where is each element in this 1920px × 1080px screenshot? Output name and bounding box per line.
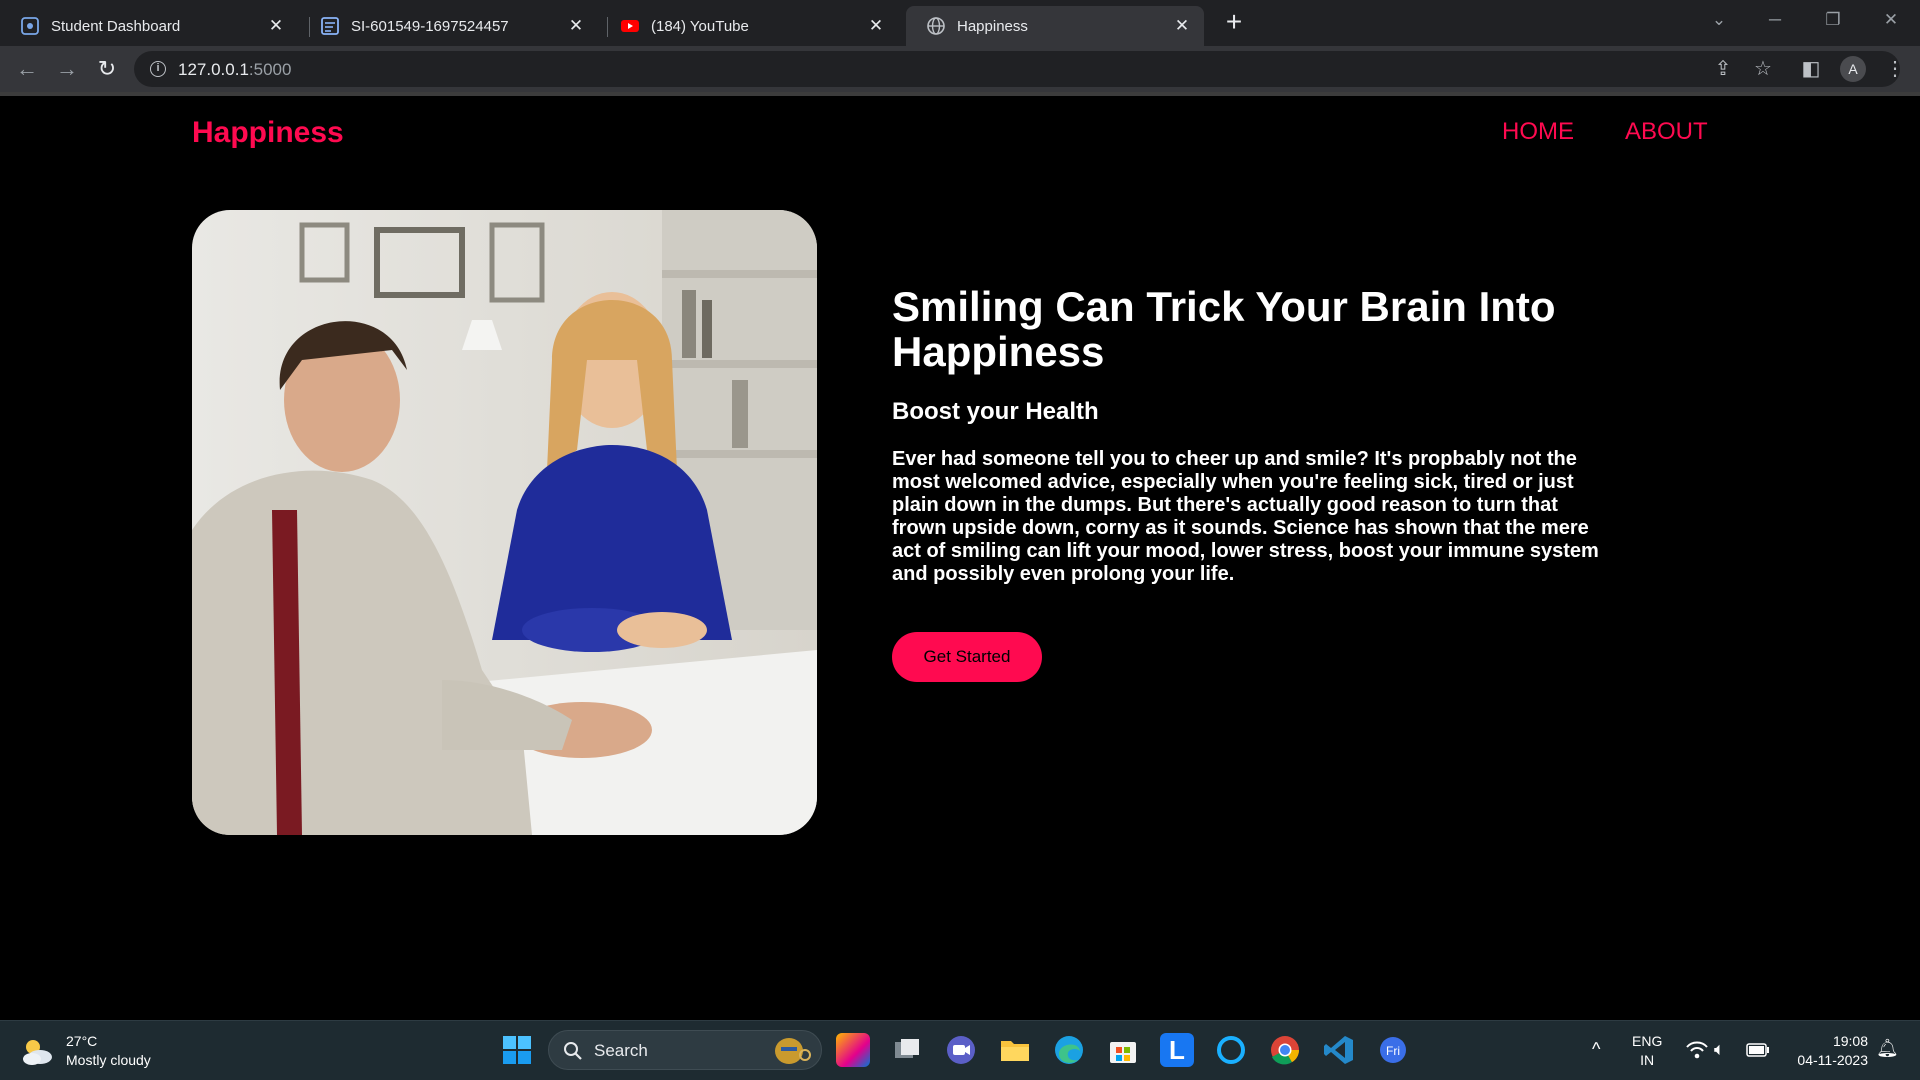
forward-arrow-icon[interactable]: → [53, 55, 81, 83]
search-highlight-icon [775, 1038, 811, 1064]
back-arrow-icon[interactable]: ← [13, 55, 41, 83]
reload-icon[interactable]: ↻ [93, 55, 121, 83]
weather-widget[interactable]: 27°C Mostly cloudy [20, 1032, 151, 1070]
fn-app-icon[interactable]: Fri [1376, 1033, 1410, 1067]
wifi-icon[interactable] [1686, 1040, 1708, 1060]
close-tab-icon[interactable]: ✕ [866, 16, 886, 36]
more-menu-icon[interactable]: ⋮ [1884, 58, 1906, 80]
address-bar[interactable]: i 127.0.0.1:5000 ⇪ ☆ [134, 51, 1900, 87]
cortana-icon[interactable] [1214, 1033, 1248, 1067]
file-explorer-icon[interactable] [998, 1033, 1032, 1067]
close-tab-icon[interactable]: ✕ [566, 16, 586, 36]
clock-time: 19:08 [1832, 1033, 1868, 1049]
hero-title: Smiling Can Trick Your Brain Into Happin… [892, 283, 1556, 375]
clock[interactable]: 19:08 04-11-2023 [1788, 1032, 1868, 1070]
svg-text:Fri: Fri [1386, 1044, 1400, 1058]
tab-youtube[interactable]: (184) YouTube ✕ [600, 6, 898, 46]
battery-icon[interactable] [1746, 1043, 1770, 1057]
nav-about-link[interactable]: ABOUT [1625, 118, 1708, 146]
site-logo[interactable]: Happiness [192, 116, 344, 150]
hero-body-text: Ever had someone tell you to cheer up an… [892, 448, 1599, 585]
windows-taskbar: 27°C Mostly cloudy Search L Fri ^ ENG IN… [0, 1020, 1920, 1080]
close-window-button[interactable]: ✕ [1876, 8, 1906, 32]
browser-tab-strip: Student Dashboard ✕ SI-601549-1697524457… [0, 0, 1920, 46]
edge-browser-icon[interactable] [1052, 1033, 1086, 1067]
vscode-icon[interactable] [1322, 1033, 1356, 1067]
tab-student-dashboard[interactable]: Student Dashboard ✕ [0, 6, 298, 46]
tab-happiness[interactable]: Happiness ✕ [906, 6, 1204, 46]
microsoft-store-icon[interactable] [1106, 1033, 1140, 1067]
notification-bell-icon[interactable]: 🔔︎ [1876, 1039, 1899, 1058]
tab-title: (184) YouTube [651, 17, 749, 35]
share-icon[interactable]: ⇪ [1712, 58, 1734, 80]
bookmark-star-icon[interactable]: ☆ [1752, 58, 1774, 80]
globe-icon [927, 17, 945, 35]
tab-search-icon[interactable]: ⌄ [1704, 8, 1734, 32]
youtube-icon [621, 20, 639, 32]
close-tab-icon[interactable]: ✕ [266, 16, 286, 36]
show-hidden-icons-chevron[interactable]: ^ [1592, 1040, 1600, 1059]
tab-title: Student Dashboard [51, 17, 181, 35]
dashboard-icon [21, 17, 39, 35]
site-info-icon[interactable]: i [150, 61, 166, 77]
browser-toolbar: ← → ↻ i 127.0.0.1:5000 ⇪ ☆ ◧ A ⋮ [0, 46, 1920, 92]
new-tab-button[interactable]: + [1220, 8, 1248, 37]
teams-chat-icon[interactable] [944, 1033, 978, 1067]
volume-icon[interactable]: 🔈︎ [1714, 1040, 1725, 1059]
web-page: Happiness HOME ABOUT Smiling Can Trick Y… [0, 96, 1920, 1020]
tab-title: SI-601549-1697524457 [351, 17, 509, 35]
search-label: Search [594, 1041, 648, 1060]
search-icon [564, 1042, 582, 1060]
nav-home-link[interactable]: HOME [1502, 118, 1574, 146]
side-panel-icon[interactable]: ◧ [1800, 58, 1822, 80]
tab-title: Happiness [957, 17, 1028, 35]
chrome-icon[interactable] [1268, 1033, 1302, 1067]
weather-temperature: 27°C [66, 1033, 98, 1049]
restore-button[interactable]: ❐ [1818, 8, 1848, 32]
taskbar-search-box[interactable]: Search [548, 1030, 822, 1070]
tab-si-601549[interactable]: SI-601549-1697524457 ✕ [300, 6, 598, 46]
close-tab-icon[interactable]: ✕ [1172, 16, 1192, 36]
language-indicator[interactable]: ENG IN [1632, 1032, 1662, 1070]
weather-condition: Mostly cloudy [66, 1052, 151, 1068]
l-app-icon[interactable]: L [1160, 1033, 1194, 1067]
windows-start-icon[interactable] [500, 1033, 534, 1067]
partly-cloudy-icon [23, 1040, 52, 1065]
url-text: 127.0.0.1:5000 [178, 60, 292, 79]
minimize-button[interactable]: ─ [1760, 8, 1790, 32]
copilot-preview-icon[interactable] [836, 1033, 870, 1067]
task-view-icon[interactable] [890, 1033, 924, 1067]
hero-image [192, 210, 817, 835]
clock-date: 04-11-2023 [1797, 1052, 1868, 1068]
get-started-button[interactable]: Get Started [892, 632, 1042, 682]
document-icon [321, 17, 339, 35]
hero-subtitle: Boost your Health [892, 398, 1099, 425]
profile-avatar[interactable]: A [1840, 56, 1866, 82]
